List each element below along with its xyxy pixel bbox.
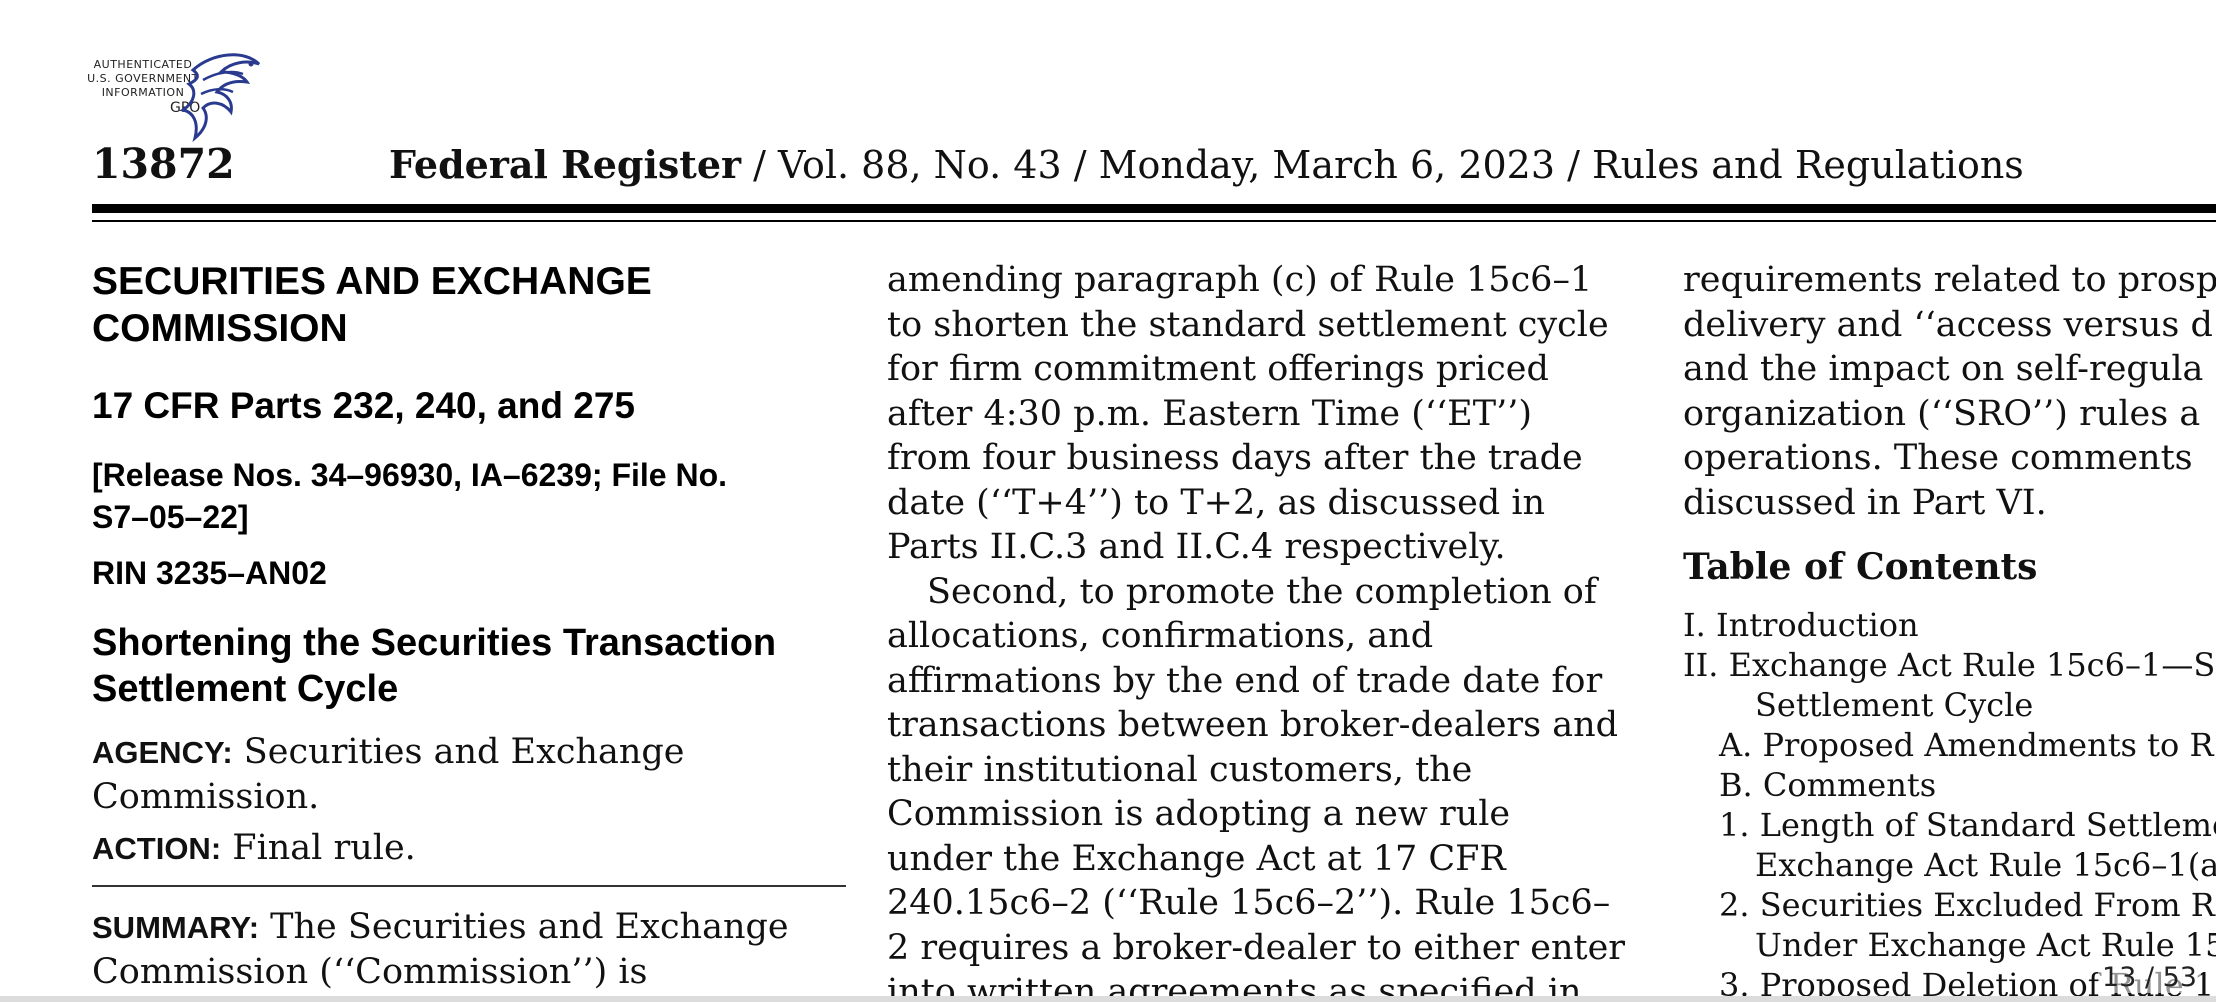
toc-item: B. Comments [1719,766,1937,804]
body-line: 2 requires a broker-dealer to either ent… [887,927,1626,968]
agency-title-line: SECURITIES AND EXCHANGE [92,260,652,303]
running-header: 13872 Federal Register / Vol. 88, No. 43… [92,140,2216,192]
body-line: delivery and ‘‘access versus d [1683,304,2213,345]
eagle-icon [179,53,261,142]
rin-number: RIN 3235–AN02 [92,555,327,591]
body-line: organization (‘‘SRO’’) rules a [1683,393,2201,434]
publication-name: Federal Register [389,142,742,187]
summary-text: Commission (‘‘Commission’’) is [92,952,648,992]
document-title-line: Shortening the Securities Transaction [92,622,777,664]
document-title: Shortening the Securities Transaction Se… [92,620,852,712]
toc-item: Under Exchange Act Rule 15 [1755,926,2216,964]
release-line: S7–05–22] [92,499,249,535]
table-of-contents: I. Introduction II. Exchange Act Rule 15… [1683,605,2216,1002]
body-line: discussed in Part VI. [1683,482,2047,523]
body-line: their institutional customers, the [887,749,1473,790]
agency-label: AGENCY: [92,735,233,770]
release-line: [Release Nos. 34–96930, IA–6239; File No… [92,457,728,493]
toc-item: 1. Length of Standard Settleme [1719,806,2216,844]
header-rule-thin [92,220,2216,222]
body-line: from four business days after the trade [887,438,1583,478]
body-line: date (‘‘T+4’’) to T+2, as discussed in [887,482,1546,523]
toc-item: Settlement Cycle [1755,686,2034,724]
body-line: operations. These comments [1683,438,2193,478]
cfr-parts: 17 CFR Parts 232, 240, and 275 [92,385,635,426]
section-divider [92,885,846,887]
body-line: Second, to promote the completion of [927,571,1597,612]
page-indicator: 13 / 53 [2098,962,2201,993]
body-line: after 4:30 p.m. Eastern Time (‘‘ET’’) [887,393,1532,434]
body-line: requirements related to prosp [1683,260,2216,300]
viewer-scroll-bar[interactable] [0,996,2216,1002]
body-line: and the impact on self-regula [1683,349,2204,389]
body-line: amending paragraph (c) of Rule 15c6–1 [887,260,1593,300]
body-line: 240.15c6–2 (‘‘Rule 15c6–2’’). Rule 15c6– [887,883,1611,923]
toc-item: I. Introduction [1683,606,1919,644]
body-line: to shorten the standard settlement cycle [887,304,1609,345]
column-3: requirements related to prosp delivery a… [1683,258,2216,1002]
summary-section: SUMMARY: The Securities and Exchange Com… [92,905,852,995]
body-line: under the Exchange Act at 17 CFR [887,838,1506,879]
action-section: ACTION: Final rule. [92,826,852,871]
body-line: for firm commitment offerings priced [887,349,1549,389]
gpo-authentication-seal: AUTHENTICATED U.S. GOVERNMENT INFORMATIO… [78,50,263,142]
body-line: transactions between broker-dealers and [887,705,1619,745]
header-rule-thick [92,204,2216,213]
issue-info: / Vol. 88, No. 43 / Monday, March 6, 202… [741,143,2024,187]
header-citation: Federal Register / Vol. 88, No. 43 / Mon… [389,142,2024,187]
toc-item: A. Proposed Amendments to R [1719,726,2214,764]
agency-title: SECURITIES AND EXCHANGE COMMISSION [92,258,852,352]
document-page: AUTHENTICATED U.S. GOVERNMENT INFORMATIO… [0,0,2216,1002]
toc-item: 2. Securities Excluded From R [1719,886,2215,924]
summary-text: The Securities and Exchange [259,907,789,947]
column-1: SECURITIES AND EXCHANGE COMMISSION 17 CF… [92,258,852,995]
body-line: Parts II.C.3 and II.C.4 respectively. [887,527,1506,567]
release-numbers: [Release Nos. 34–96930, IA–6239; File No… [92,454,852,538]
toc-item: Exchange Act Rule 15c6–1(a [1755,846,2216,884]
toc-heading: Table of Contents [1683,546,2038,588]
page-number: 13872 [92,140,235,188]
agency-text: Securities and Exchange [232,732,685,772]
agency-title-line: COMMISSION [92,307,348,350]
body-line: affirmations by the end of trade date fo… [887,660,1603,701]
action-label: ACTION: [92,831,222,866]
body-line: allocations, confirmations, and [887,616,1434,656]
action-text: Final rule. [221,828,416,868]
toc-item: II. Exchange Act Rule 15c6–1—S [1683,646,2216,684]
agency-text: Commission. [92,777,320,817]
summary-label: SUMMARY: [92,910,260,945]
agency-section: AGENCY: Securities and Exchange Commissi… [92,730,852,820]
body-line: Commission is adopting a new rule [887,794,1511,834]
column-2: amending paragraph (c) of Rule 15c6–1 to… [887,258,1647,1002]
document-title-line: Settlement Cycle [92,668,399,710]
